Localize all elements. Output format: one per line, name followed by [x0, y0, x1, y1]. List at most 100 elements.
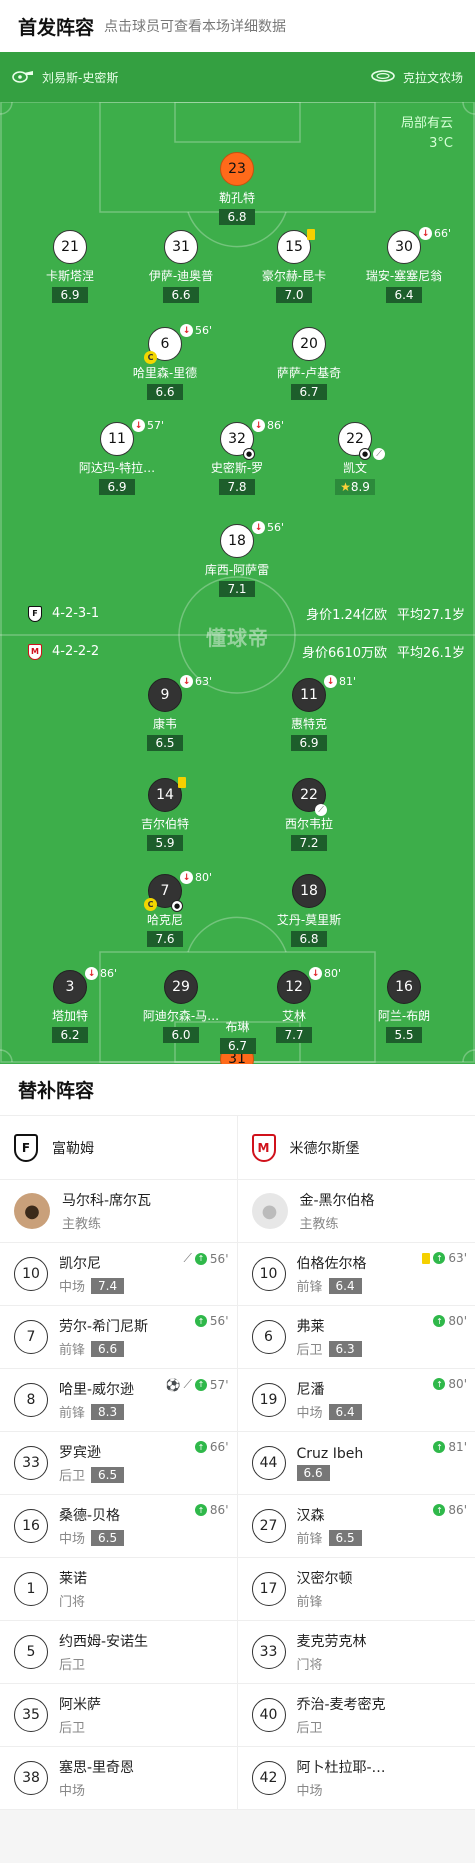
- player-rating: 6.5: [147, 735, 183, 751]
- home-player[interactable]: 32 ↓ 86' ● 史密斯-罗 7.8: [185, 419, 289, 495]
- sub-time: 80': [195, 871, 213, 884]
- away-sub-row[interactable]: 10 伯格佐尔格 前锋 6.4 ↑ 63': [237, 1243, 475, 1306]
- away-sub-row[interactable]: 17 汉密尔顿 前锋: [237, 1558, 475, 1621]
- away-sub-row[interactable]: 44 Cruz Ibeh 6.6 ↑ 81': [237, 1432, 475, 1495]
- weather-condition: 局部有云: [400, 116, 453, 131]
- player-rating: 6.9: [291, 735, 327, 751]
- sub-meta: 前锋 6.4: [297, 1276, 367, 1295]
- player-name: 库西-阿萨雷: [204, 563, 270, 577]
- weather: 局部有云 3°C: [401, 114, 453, 154]
- sub-meta: 后卫 6.3: [297, 1339, 362, 1358]
- away-sub-row[interactable]: 19 尼潘 中场 6.4 ↑ 80': [237, 1369, 475, 1432]
- home-player[interactable]: 20 萨萨-卢基奇 6.7: [257, 327, 361, 400]
- home-player[interactable]: 21 卡斯塔涅 6.9: [18, 230, 122, 303]
- sub-on-tag: ⟋ ↑ 56': [184, 1251, 229, 1266]
- home-player[interactable]: 22 ● ⟋ 凯文 ★8.9: [303, 422, 407, 495]
- player-number: 22: [346, 431, 364, 447]
- sub-on-time: 66': [209, 1440, 229, 1454]
- sub-meta: 前锋 8.3: [59, 1402, 134, 1421]
- player-rating: 6.9: [99, 479, 135, 495]
- home-sub-row[interactable]: 8 哈里-威尔逊 前锋 8.3 ⚽ ⟋ ↑ 57': [0, 1369, 237, 1432]
- home-sub-row[interactable]: 1 莱诺 门将: [0, 1558, 237, 1621]
- sub-meta: 中场 6.5: [59, 1528, 125, 1547]
- home-team-row[interactable]: F 富勒姆: [0, 1116, 237, 1180]
- away-player[interactable]: 7 ↓ 80' C ● 哈克尼 7.6: [113, 871, 217, 947]
- sub-position: 后卫: [59, 1469, 86, 1484]
- sub-on-time: 86': [209, 1503, 229, 1517]
- sub-off-icon: ↓: [132, 419, 145, 432]
- home-formation-row: F 4-2-3-1 身价1.24亿欧 平均27.1岁: [0, 604, 475, 623]
- player-name: 西尔韦拉: [284, 817, 333, 831]
- sub-meta: 后卫 6.5: [59, 1465, 125, 1484]
- home-sub-row[interactable]: 7 劳尔-希门尼斯 前锋 6.6 ↑ 56': [0, 1306, 237, 1369]
- goal-ball-icon: ⚽: [165, 1377, 181, 1392]
- sub-time: 63': [195, 675, 213, 688]
- home-player[interactable]: 23 勒孔特 6.8: [185, 152, 289, 225]
- away-sub-row[interactable]: 33 麦克劳克林门将: [237, 1621, 475, 1684]
- away-sub-row[interactable]: 40 乔治-麦考密克 后卫: [237, 1684, 475, 1747]
- player-name: 康韦: [152, 717, 177, 731]
- home-sub-row[interactable]: 16 桑德-贝格 中场 6.5 ↑ 86': [0, 1495, 237, 1558]
- middlesbrough-crest-icon: M: [28, 643, 42, 660]
- player-number: 14: [156, 787, 174, 803]
- sub-name: 汉密尔顿: [296, 1571, 353, 1587]
- away-player[interactable]: 11 ↓ 81' 惠特克 6.9: [257, 675, 361, 751]
- sub-on-time: 86': [448, 1503, 467, 1517]
- player-number: 20: [300, 336, 318, 352]
- away-sub-row[interactable]: 27 汉森 前锋 6.5 ↑ 86': [237, 1495, 475, 1558]
- sub-rating: 8.3: [91, 1403, 125, 1420]
- sub-on-icon: ↑: [194, 1378, 207, 1391]
- away-player[interactable]: 14 吉尔伯特 5.9: [113, 777, 217, 851]
- home-player[interactable]: 6 ↓ 56' C 哈里森-里德 6.6: [113, 324, 217, 400]
- home-sub-row[interactable]: 38 塞思-里奇恩 中场: [0, 1747, 237, 1810]
- home-sub-row[interactable]: 33 罗宾逊 后卫 6.5 ↑ 66': [0, 1432, 237, 1495]
- sub-name: 桑德-贝格: [59, 1508, 121, 1524]
- sub-on-tag: ↑ 80': [433, 1377, 467, 1391]
- home-player[interactable]: 30 ↓ 66' 瑞安-塞塞尼翁 6.4: [352, 227, 456, 303]
- player-number: 15: [285, 239, 303, 255]
- away-sub-row[interactable]: 42 阿卜杜拉耶-… 中场: [237, 1747, 475, 1810]
- goal-ball-icon: ●: [359, 448, 371, 460]
- sub-number: 44: [251, 1446, 286, 1480]
- assist-boot-icon: ⟋: [373, 448, 385, 460]
- away-player[interactable]: 22 ⟋ 西尔韦拉 7.2: [257, 778, 361, 851]
- away-coach-row[interactable]: ● 金-黑尔伯格 主教练: [237, 1180, 475, 1243]
- player-rating: 6.6: [163, 287, 199, 303]
- home-player[interactable]: 31 伊萨-迪奥普 6.6: [129, 230, 233, 303]
- sub-on-time: 80': [448, 1377, 467, 1391]
- sub-position: 中场: [59, 1280, 86, 1295]
- fulham-crest-icon: F: [28, 605, 42, 622]
- home-player[interactable]: 15 豪尔赫-昆卡 7.0: [242, 229, 346, 303]
- yellow-card-icon: [178, 777, 186, 788]
- home-player[interactable]: 11 ↓ 57' 阿达玛-特拉… 6.9: [65, 419, 169, 495]
- away-player[interactable]: 9 ↓ 63' 康韦 6.5: [113, 675, 217, 751]
- home-coach-row[interactable]: ● 马尔科-席尔瓦 主教练: [0, 1180, 237, 1243]
- goal-ball-icon: ●: [171, 900, 183, 912]
- player-rating: 7.6: [147, 931, 183, 947]
- sub-on-tag: ↑ 80': [433, 1314, 467, 1328]
- sub-name: 劳尔-希门尼斯: [59, 1319, 149, 1335]
- sub-meta: 门将: [297, 1654, 367, 1673]
- sub-number: 38: [14, 1761, 48, 1795]
- away-sub-row[interactable]: 6 弗莱 后卫 6.3 ↑ 80': [237, 1306, 475, 1369]
- away-player[interactable]: 18 艾丹-莫里斯 6.8: [257, 874, 361, 947]
- sub-name: 塞思-里奇恩: [59, 1760, 135, 1776]
- home-player[interactable]: 18 ↓ 56' 库西-阿萨雷 7.1: [185, 521, 289, 597]
- home-sub-row[interactable]: 10 凯尔尼 中场 7.4 ⟋ ↑ 56': [0, 1243, 237, 1306]
- sub-name: 约西姆-安诺生: [59, 1634, 149, 1650]
- sub-number: 10: [14, 1257, 48, 1291]
- sub-name: Cruz Ibeh: [296, 1445, 364, 1462]
- referee[interactable]: 刘易斯-史密斯: [12, 69, 118, 86]
- home-sub-row[interactable]: 5 约西姆-安诺生 后卫: [0, 1621, 237, 1684]
- sub-time: 80': [324, 967, 342, 980]
- sub-number: 33: [251, 1635, 286, 1669]
- sub-on-tag: ↑ 66': [194, 1440, 229, 1454]
- player-number: 22: [300, 787, 318, 803]
- sub-name: 麦克劳克林: [296, 1634, 367, 1650]
- sub-position: 中场: [296, 1784, 323, 1799]
- player-number: 9: [160, 687, 170, 703]
- sub-meta: 前锋: [297, 1591, 353, 1610]
- away-team-row[interactable]: M 米德尔斯堡: [237, 1116, 475, 1180]
- home-sub-row[interactable]: 35 阿米萨 后卫: [0, 1684, 237, 1747]
- sub-time: 56': [195, 324, 213, 337]
